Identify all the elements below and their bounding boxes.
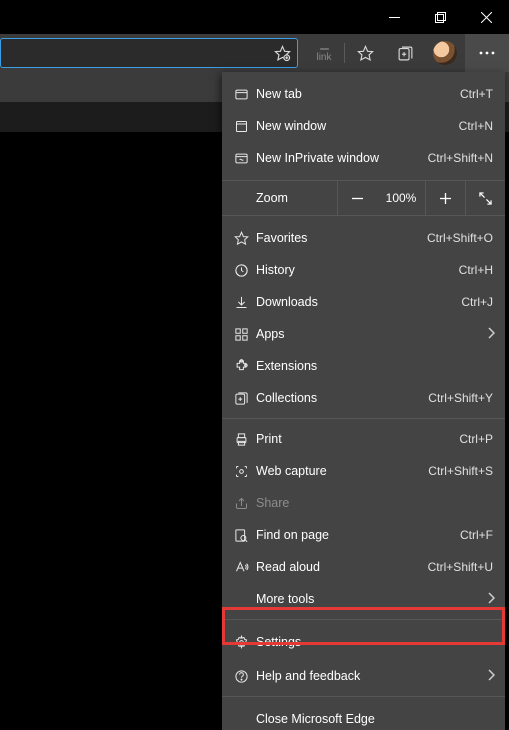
- extensions-icon: [234, 359, 256, 374]
- menu-label: Favorites: [256, 231, 427, 245]
- menu-item-favorites[interactable]: Favorites Ctrl+Shift+O: [222, 222, 505, 254]
- share-icon: [234, 496, 256, 511]
- avatar-image: [433, 41, 457, 65]
- web-capture-icon: [234, 464, 256, 479]
- menu-label: Web capture: [256, 464, 428, 478]
- menu-item-find[interactable]: Find on page Ctrl+F: [222, 519, 505, 551]
- add-favorite-icon[interactable]: [274, 45, 291, 62]
- link-tool[interactable]: link: [304, 44, 344, 63]
- menu-shortcut: Ctrl+Shift+U: [428, 560, 493, 574]
- gear-icon: [234, 635, 256, 650]
- menu-item-print[interactable]: Print Ctrl+P: [222, 423, 505, 455]
- download-icon: [234, 295, 256, 310]
- browser-toolbar: link: [0, 34, 509, 72]
- more-menu-button[interactable]: [465, 34, 509, 72]
- new-tab-icon: [234, 87, 256, 102]
- zoom-label: Zoom: [222, 191, 337, 205]
- menu-item-new-window[interactable]: New window Ctrl+N: [222, 110, 505, 142]
- link-label: link: [304, 52, 344, 63]
- menu-label: Collections: [256, 391, 428, 405]
- profile-avatar[interactable]: [425, 34, 465, 72]
- menu-item-web-capture[interactable]: Web capture Ctrl+Shift+S: [222, 455, 505, 487]
- menu-label: Help and feedback: [256, 669, 493, 683]
- menu-shortcut: Ctrl+Shift+S: [428, 464, 493, 478]
- menu-shortcut: Ctrl+T: [460, 87, 493, 101]
- menu-label: More tools: [234, 592, 493, 606]
- collections-icon: [234, 391, 256, 406]
- apps-icon: [234, 327, 256, 342]
- menu-item-history[interactable]: History Ctrl+H: [222, 254, 505, 286]
- find-icon: [234, 528, 256, 543]
- zoom-row: Zoom 100%: [222, 180, 505, 216]
- menu-item-new-tab[interactable]: New tab Ctrl+T: [222, 78, 505, 110]
- settings-menu: New tab Ctrl+T New window Ctrl+N New InP…: [222, 72, 505, 730]
- menu-item-apps[interactable]: Apps: [222, 318, 505, 350]
- history-icon: [234, 263, 256, 278]
- menu-label: Share: [256, 496, 493, 510]
- menu-shortcut: Ctrl+P: [459, 432, 493, 446]
- menu-label: Print: [256, 432, 459, 446]
- menu-label: Apps: [256, 327, 493, 341]
- titlebar: [0, 0, 509, 34]
- menu-item-collections[interactable]: Collections Ctrl+Shift+Y: [222, 382, 505, 414]
- help-icon: [234, 669, 256, 684]
- chevron-right-icon: [487, 327, 495, 342]
- read-aloud-icon: [234, 560, 256, 575]
- menu-label: Downloads: [256, 295, 461, 309]
- menu-shortcut: Ctrl+J: [461, 295, 493, 309]
- menu-item-downloads[interactable]: Downloads Ctrl+J: [222, 286, 505, 318]
- menu-separator: [222, 418, 505, 419]
- menu-label: Settings: [256, 635, 493, 649]
- menu-shortcut: Ctrl+H: [459, 263, 493, 277]
- close-window-button[interactable]: [463, 0, 509, 34]
- menu-label: Read aloud: [256, 560, 428, 574]
- menu-label: New tab: [256, 87, 460, 101]
- menu-item-extensions[interactable]: Extensions: [222, 350, 505, 382]
- menu-shortcut: Ctrl+N: [459, 119, 493, 133]
- menu-item-new-inprivate[interactable]: New InPrivate window Ctrl+Shift+N: [222, 142, 505, 174]
- menu-label: Extensions: [256, 359, 493, 373]
- chevron-right-icon: [487, 592, 495, 607]
- menu-label: New InPrivate window: [256, 151, 428, 165]
- menu-item-more-tools[interactable]: More tools: [222, 583, 505, 615]
- menu-shortcut: Ctrl+F: [460, 528, 493, 542]
- menu-separator: [222, 696, 505, 697]
- menu-label: History: [256, 263, 459, 277]
- chevron-right-icon: [487, 669, 495, 684]
- fullscreen-button[interactable]: [465, 180, 505, 216]
- zoom-value: 100%: [377, 191, 425, 205]
- star-icon: [234, 231, 256, 246]
- collections-toolbar-icon[interactable]: [385, 34, 425, 72]
- maximize-button[interactable]: [417, 0, 463, 34]
- zoom-out-button[interactable]: [337, 180, 377, 216]
- menu-shortcut: Ctrl+Shift+Y: [428, 391, 493, 405]
- menu-label: Close Microsoft Edge: [234, 712, 493, 726]
- favorites-toolbar-icon[interactable]: [345, 34, 385, 72]
- menu-label: New window: [256, 119, 459, 133]
- minimize-button[interactable]: [371, 0, 417, 34]
- menu-item-share: Share: [222, 487, 505, 519]
- print-icon: [234, 432, 256, 447]
- menu-item-read-aloud[interactable]: Read aloud Ctrl+Shift+U: [222, 551, 505, 583]
- menu-label: Find on page: [256, 528, 460, 542]
- menu-separator: [222, 619, 505, 620]
- menu-shortcut: Ctrl+Shift+N: [428, 151, 493, 165]
- address-bar[interactable]: [0, 38, 298, 68]
- inprivate-icon: [234, 151, 256, 166]
- menu-item-help[interactable]: Help and feedback: [222, 660, 505, 692]
- zoom-in-button[interactable]: [425, 180, 465, 216]
- menu-shortcut: Ctrl+Shift+O: [427, 231, 493, 245]
- menu-item-settings[interactable]: Settings: [222, 624, 505, 660]
- new-window-icon: [234, 119, 256, 134]
- menu-item-close-edge[interactable]: Close Microsoft Edge: [222, 701, 505, 730]
